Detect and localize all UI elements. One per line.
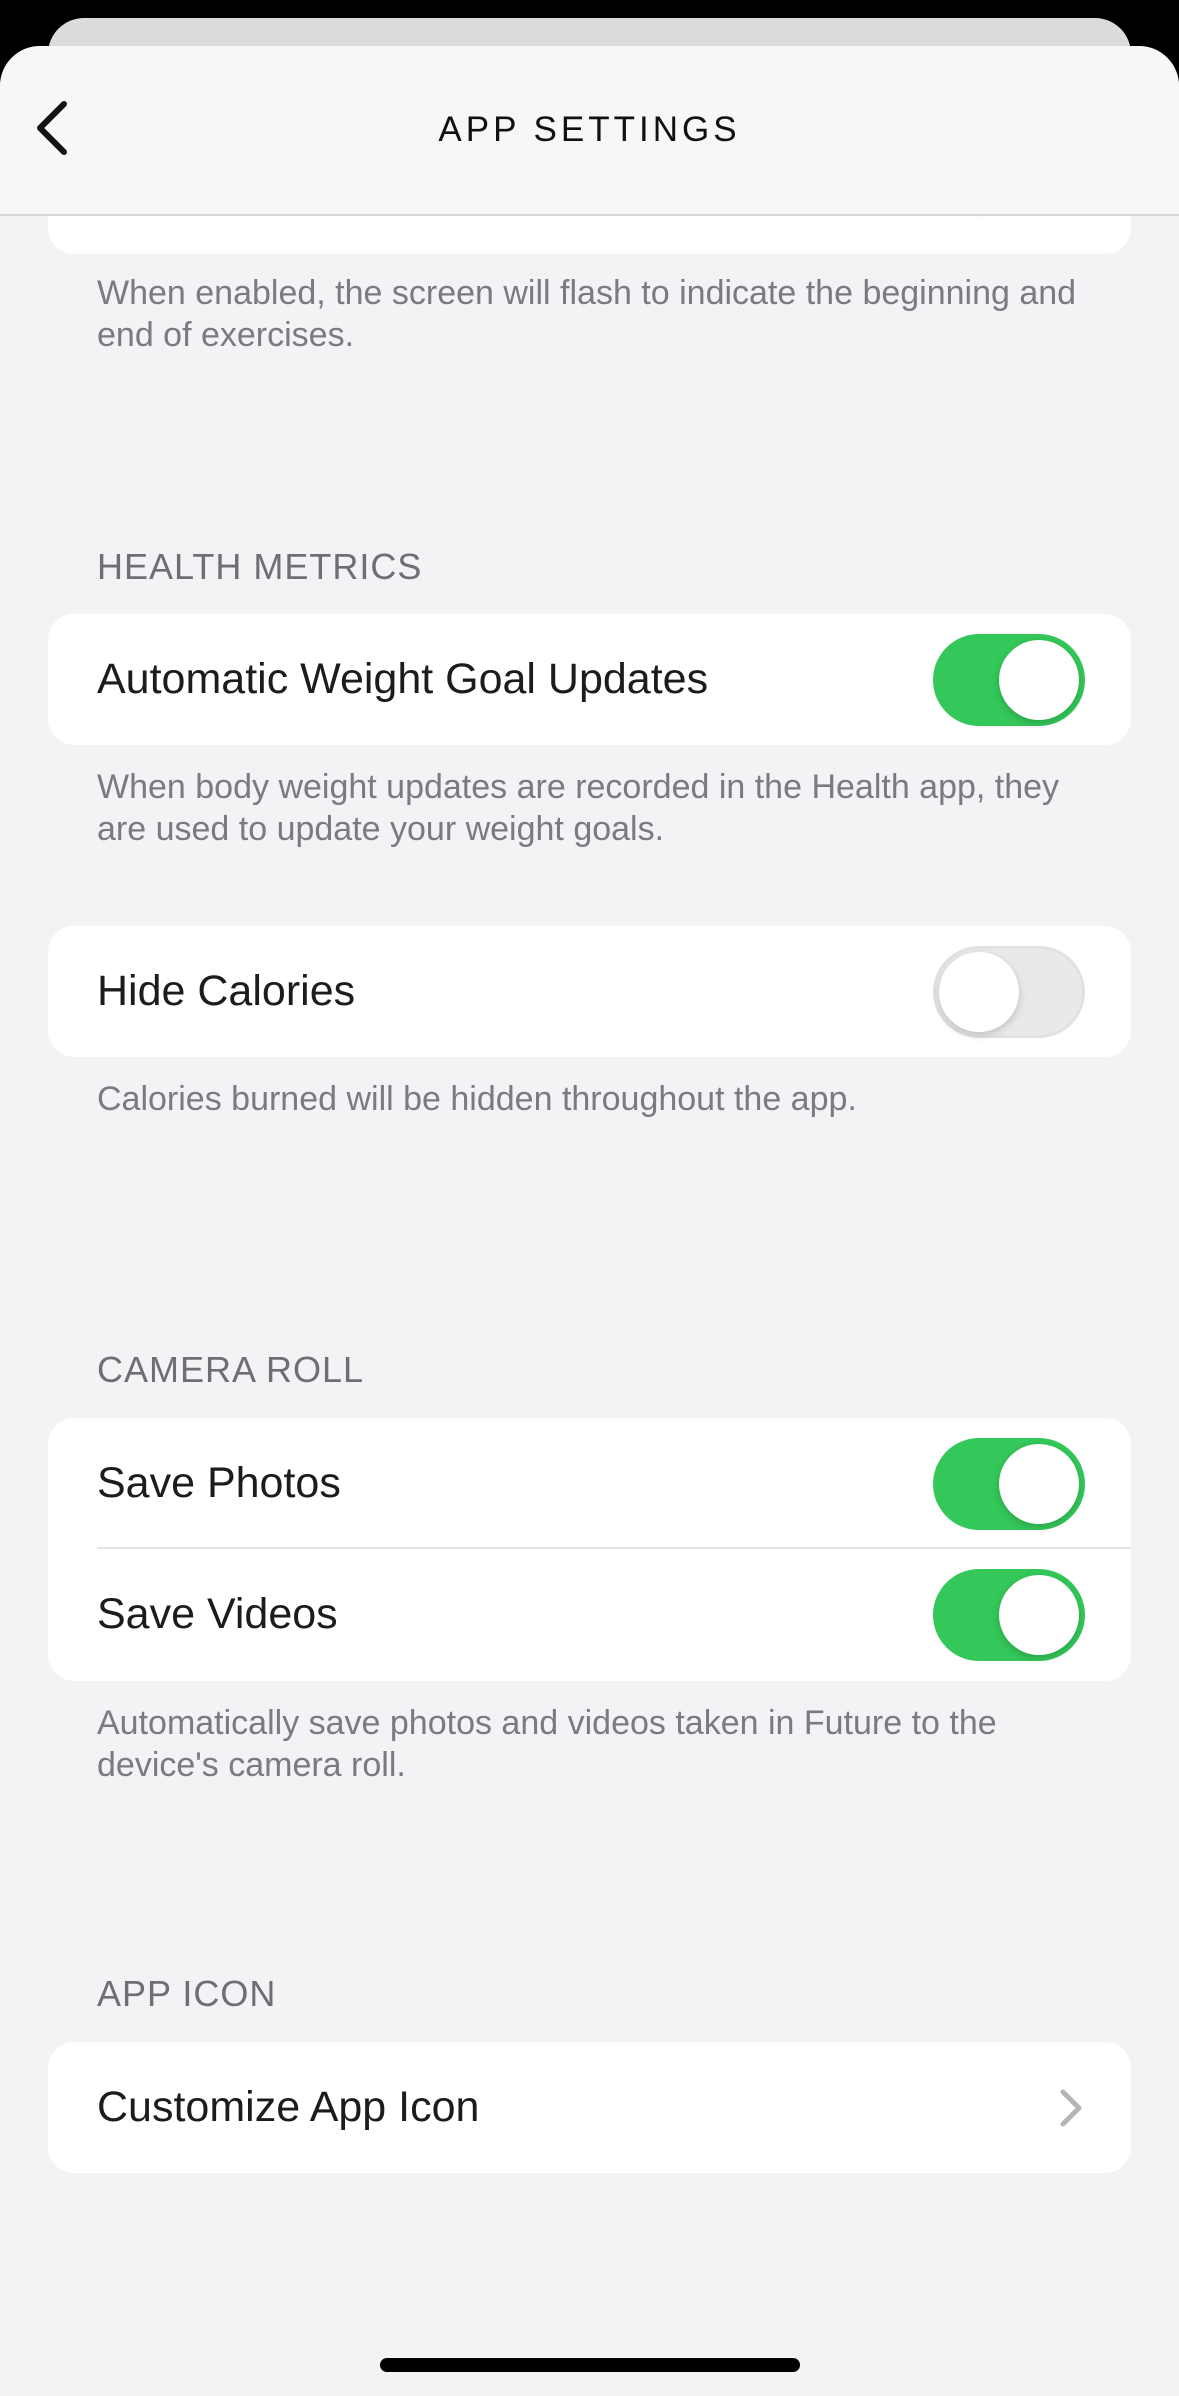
hide-calories-card: Hide Calories: [48, 926, 1131, 1057]
settings-sheet: When enabled, the screen will flash to i…: [0, 46, 1179, 2396]
toggle-knob: [999, 1575, 1079, 1655]
home-indicator: [380, 2358, 800, 2372]
chevron-right-icon: [1060, 2089, 1082, 2127]
customize-app-icon-label: Customize App Icon: [97, 2083, 480, 2131]
toggle-knob: [939, 952, 1019, 1032]
toggle-knob: [999, 1444, 1079, 1524]
page-title: APP SETTINGS: [438, 110, 741, 149]
camera-roll-footnote: Automatically save photos and videos tak…: [97, 1704, 997, 1784]
save-videos-label: Save Videos: [97, 1590, 338, 1638]
save-photos-row: Save Photos: [48, 1418, 1131, 1549]
hide-calories-row: Hide Calories: [48, 926, 1131, 1057]
weight-goal-label: Automatic Weight Goal Updates: [97, 655, 709, 703]
save-videos-row: Save Videos: [48, 1549, 1131, 1680]
weight-goal-toggle[interactable]: [933, 634, 1085, 726]
save-videos-toggle[interactable]: [933, 1569, 1085, 1661]
health-metrics-header: HEALTH METRICS: [97, 546, 423, 587]
weight-goal-card: Automatic Weight Goal Updates: [48, 614, 1131, 745]
app-icon-card: Customize App Icon: [48, 2042, 1131, 2173]
flash-footnote: When enabled, the screen will flash to i…: [97, 274, 1077, 354]
toggle-knob: [999, 640, 1079, 720]
hide-calories-footnote: Calories burned will be hidden throughou…: [97, 1080, 857, 1118]
camera-roll-header: CAMERA ROLL: [97, 1349, 365, 1390]
save-photos-toggle[interactable]: [933, 1438, 1085, 1530]
weight-goal-footnote: When body weight updates are recorded in…: [97, 768, 1060, 848]
hide-calories-toggle[interactable]: [933, 946, 1085, 1038]
navigation-bar: APP SETTINGS: [0, 46, 1179, 216]
hide-calories-label: Hide Calories: [97, 967, 356, 1015]
weight-goal-row: Automatic Weight Goal Updates: [48, 614, 1131, 745]
app-icon-header: APP ICON: [97, 1973, 277, 2014]
camera-roll-card: Save Photos Save Videos: [48, 1418, 1131, 1681]
save-photos-label: Save Photos: [97, 1459, 341, 1507]
customize-app-icon-row[interactable]: Customize App Icon: [48, 2042, 1131, 2173]
